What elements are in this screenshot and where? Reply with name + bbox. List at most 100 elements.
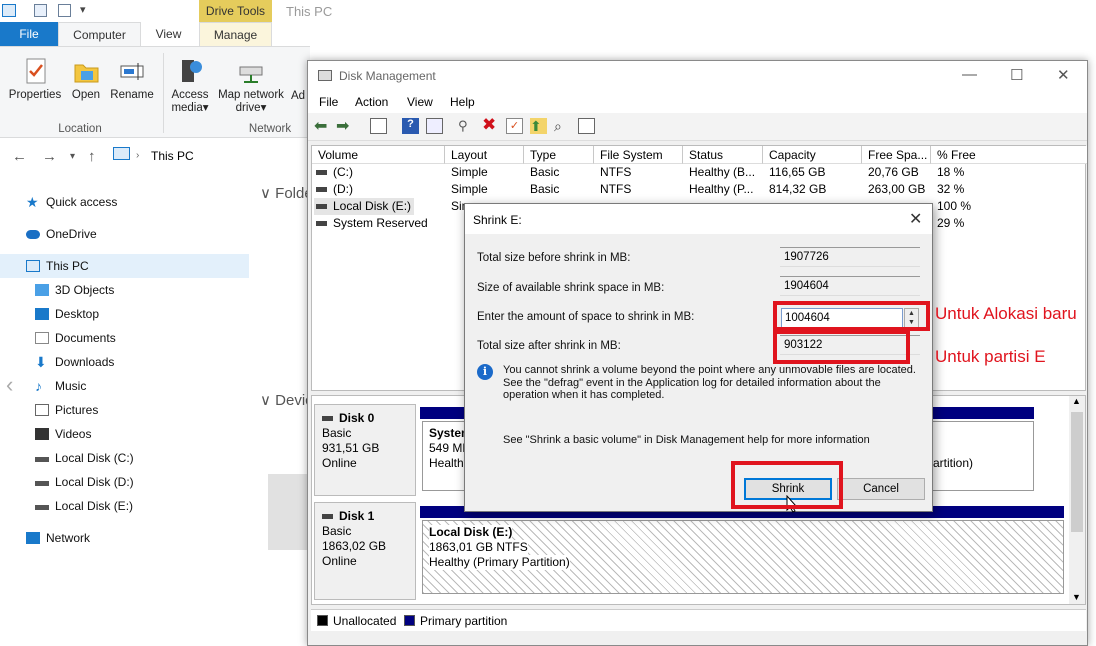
ribbon-separator — [163, 53, 164, 133]
volume-icon — [316, 221, 327, 227]
folders-section-header[interactable]: ∨ Folde — [260, 184, 313, 202]
nav-item-music[interactable]: ♪ Music — [35, 374, 86, 398]
nav-this-pc[interactable]: This PC — [26, 254, 89, 278]
nav-item-documents[interactable]: Documents — [35, 326, 116, 350]
disk-icon — [322, 416, 333, 422]
menu-action[interactable]: Action — [355, 95, 388, 109]
nav-item-downloads[interactable]: ⬇ Downloads — [35, 350, 114, 374]
nav-item-local-disk-e[interactable]: Local Disk (E:) — [35, 494, 133, 518]
minimize-icon[interactable]: — — [962, 66, 977, 83]
tab-manage[interactable]: Manage — [199, 22, 272, 46]
total-before-label: Total size before shrink in MB: — [477, 252, 631, 264]
col-capacity[interactable]: Capacity — [763, 146, 862, 164]
volume-icon — [316, 187, 327, 193]
col-status[interactable]: Status — [683, 146, 763, 164]
connect-icon[interactable]: ⚲ — [458, 118, 475, 134]
search-icon[interactable]: ⌕ — [554, 118, 571, 134]
menu-file[interactable]: File — [319, 95, 338, 109]
col-type[interactable]: Type — [524, 146, 594, 164]
nav-item-local-disk-c[interactable]: Local Disk (C:) — [35, 446, 134, 470]
dm-menubar: File Action View Help — [308, 91, 1087, 113]
address-path[interactable]: This PC — [151, 149, 194, 163]
new-folder-icon[interactable] — [58, 4, 71, 17]
forward-arrow-icon[interactable]: → — [42, 148, 57, 165]
disk-0-label[interactable]: Disk 0 Basic 931,51 GB Online — [314, 404, 416, 496]
disk-1-label[interactable]: Disk 1 Basic 1863,02 GB Online — [314, 502, 416, 600]
help-icon[interactable]: ? — [402, 118, 419, 134]
up-arrow-icon[interactable]: ↑ — [88, 148, 96, 165]
properties-icon[interactable] — [426, 118, 443, 134]
back-arrow-icon[interactable]: ⬅ — [314, 116, 331, 135]
pc-icon[interactable] — [2, 4, 16, 17]
pictures-icon — [35, 404, 49, 416]
scrollbar-thumb[interactable] — [1071, 412, 1083, 532]
nav-network[interactable]: Network — [26, 526, 90, 550]
nav-onedrive[interactable]: OneDrive — [26, 222, 97, 246]
folder-up-icon[interactable]: ⬆ — [530, 118, 547, 134]
folder-open-icon — [72, 57, 100, 85]
this-pc-icon — [113, 147, 130, 160]
network-group-label: Network — [248, 123, 292, 135]
nav-item-3d-objects[interactable]: 3D Objects — [35, 278, 114, 302]
customize-qa-chevron-icon[interactable]: ▾ — [80, 3, 86, 16]
film-icon — [35, 428, 49, 440]
disk-1-partition-e[interactable]: Local Disk (E:) 1863,01 GB NTFS Healthy … — [422, 520, 1064, 594]
scroll-down-icon[interactable]: ▼ — [1072, 592, 1081, 602]
close-icon[interactable]: ✕ — [909, 209, 922, 229]
console-icon[interactable] — [370, 118, 387, 134]
graph-scrollbar[interactable]: ▲ ▼ — [1069, 396, 1085, 604]
this-pc-icon — [26, 260, 40, 272]
nav-item-desktop[interactable]: Desktop — [35, 302, 99, 326]
devices-section-header[interactable]: ∨ Devic — [260, 391, 313, 409]
col-free-space[interactable]: Free Spa... — [862, 146, 931, 164]
total-after-label: Total size after shrink in MB: — [477, 340, 621, 352]
nav-item-videos[interactable]: Videos — [35, 422, 91, 446]
dialog-title: Shrink E: — [473, 213, 522, 227]
map-network-drive-button[interactable]: Map network drive▾ — [214, 57, 288, 115]
total-before-value: 1907726 — [780, 247, 920, 267]
cancel-button[interactable]: Cancel — [837, 478, 925, 500]
dm-titlebar: Disk Management — ☐ ✕ — [308, 61, 1087, 91]
nav-scroll-left-icon[interactable]: ‹ — [6, 372, 13, 398]
nav-item-pictures[interactable]: Pictures — [35, 398, 98, 422]
scroll-up-icon[interactable]: ▲ — [1072, 396, 1081, 406]
col-volume[interactable]: Volume — [312, 146, 445, 164]
menu-view[interactable]: View — [407, 95, 433, 109]
col-layout[interactable]: Layout — [445, 146, 524, 164]
col-percent-free[interactable]: % Free — [931, 146, 1087, 164]
tab-view[interactable]: View — [141, 22, 196, 46]
maximize-icon[interactable]: ☐ — [1010, 66, 1023, 84]
drive-tools-context-label: Drive Tools — [199, 0, 272, 22]
breadcrumb-chevron-icon[interactable]: › — [136, 150, 139, 161]
properties-button[interactable]: Properties — [4, 57, 66, 102]
cloud-icon — [26, 230, 40, 239]
collapse-chevron-icon: ∨ — [260, 185, 276, 202]
ribbon-tabs: File Computer View Manage — [0, 22, 1096, 46]
properties-icon — [21, 57, 49, 85]
col-file-system[interactable]: File System — [594, 146, 683, 164]
properties-check-icon[interactable] — [34, 4, 47, 17]
legend-label-primary: Primary partition — [420, 614, 508, 628]
legend-swatch-unallocated — [317, 615, 328, 626]
available-space-label: Size of available shrink space in MB: — [477, 282, 665, 294]
check-icon[interactable]: ✓ — [506, 118, 523, 134]
open-button[interactable]: Open — [68, 57, 104, 102]
rename-button[interactable]: Rename — [108, 57, 156, 102]
drive-icon — [35, 457, 49, 462]
nav-item-local-disk-d[interactable]: Local Disk (D:) — [35, 470, 134, 494]
access-media-button[interactable]: Access media▾ — [168, 57, 212, 115]
list-view-icon[interactable] — [578, 118, 595, 134]
menu-help[interactable]: Help — [450, 95, 475, 109]
forward-arrow-icon[interactable]: ➡ — [336, 116, 353, 135]
address-bar: ← → ▾ ↑ › This PC — [0, 140, 310, 172]
back-arrow-icon[interactable]: ← — [12, 148, 27, 165]
music-note-icon: ♪ — [35, 378, 42, 394]
recent-chevron-icon[interactable]: ▾ — [70, 151, 75, 162]
nav-quick-access[interactable]: ★ Quick access — [26, 190, 117, 214]
drive-icon — [35, 481, 49, 486]
dialog-titlebar: Shrink E: ✕ — [465, 204, 932, 234]
tab-computer[interactable]: Computer — [58, 22, 141, 46]
tab-file[interactable]: File — [0, 22, 58, 46]
close-icon[interactable]: ✕ — [1057, 66, 1070, 84]
delete-icon[interactable]: ✖ — [482, 115, 499, 134]
